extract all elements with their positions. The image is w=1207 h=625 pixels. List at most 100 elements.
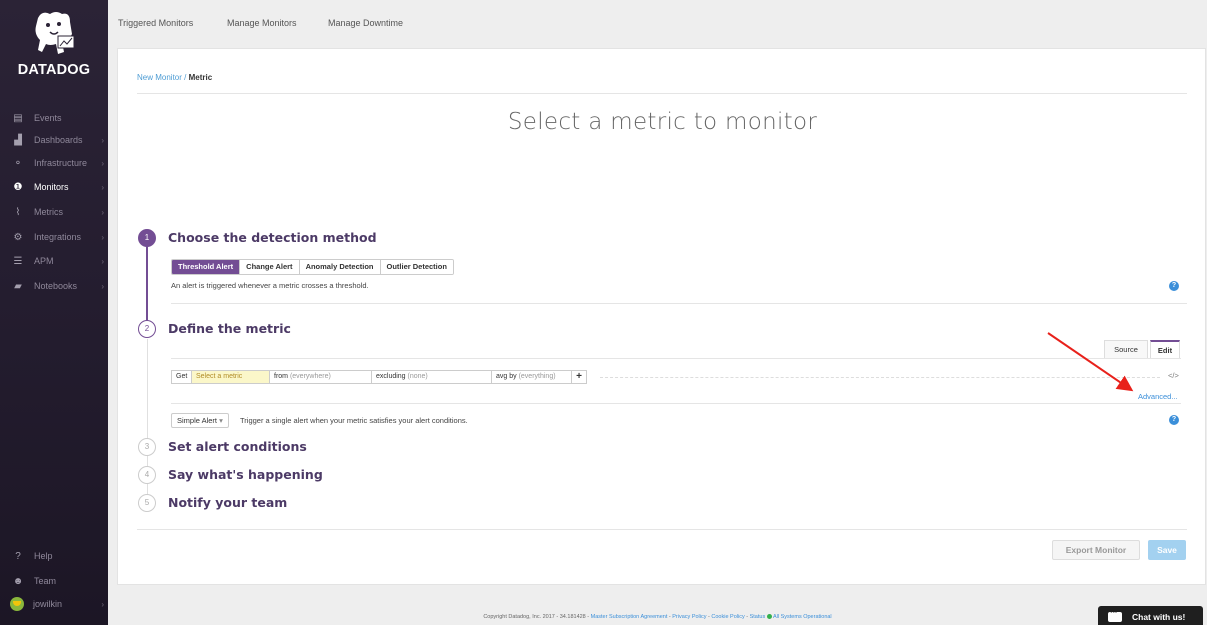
step-number: 3 (138, 438, 156, 456)
step-number: 5 (138, 494, 156, 512)
detection-method-selector: Threshold Alert Change Alert Anomaly Det… (171, 259, 454, 275)
sidebar-item-label: Team (34, 576, 57, 586)
chat-bubble-icon (1108, 607, 1122, 622)
breadcrumb-parent-link[interactable]: New Monitor (137, 73, 182, 82)
sidebar-item-help[interactable]: ? Help (0, 545, 108, 567)
chevron-right-icon: › (101, 207, 104, 217)
alert-type-value: Simple Alert (177, 416, 218, 425)
chevron-right-icon: › (101, 281, 104, 291)
sidebar-item-events[interactable]: ▤ Events (0, 107, 108, 129)
chevron-right-icon: › (101, 158, 104, 168)
sidebar-item-user[interactable]: jowilkin › (0, 593, 108, 615)
chevron-right-icon: › (101, 599, 104, 609)
sidebar: DATADOG ▤ Events ▟ Dashboards › ⚬ Infras… (0, 0, 108, 625)
help-icon[interactable]: ? (1169, 415, 1179, 425)
avg-by-placeholder: (everything) (518, 373, 556, 380)
tab-manage-downtime[interactable]: Manage Downtime (328, 18, 403, 28)
breadcrumb-separator: / (181, 73, 189, 82)
divider (137, 529, 1187, 530)
metric-query-builder: Get Select a metric from (everywhere) ex… (171, 370, 587, 384)
help-icon[interactable]: ? (1169, 281, 1179, 291)
alert-type-dropdown[interactable]: Simple Alert ▾ (171, 413, 229, 428)
top-navigation: Triggered Monitors Manage Monitors Manag… (108, 0, 1207, 46)
sidebar-item-label: Events (34, 113, 62, 123)
chevron-right-icon: › (101, 182, 104, 192)
sidebar-item-notebooks[interactable]: ▰ Notebooks › (0, 275, 108, 297)
export-monitor-button[interactable]: Export Monitor (1052, 540, 1140, 560)
footer-msa-link[interactable]: Master Subscription Agreement (591, 614, 668, 620)
step-number: 1 (138, 229, 156, 247)
footer-copyright: Copyright Datadog, Inc. 2017 - 34.181428… (483, 614, 591, 620)
sidebar-item-label: APM (34, 256, 54, 266)
monitors-icon: ❶ (13, 181, 23, 193)
team-icon: ☻ (12, 575, 24, 587)
chat-widget-button[interactable]: Chat with us! (1098, 606, 1203, 625)
breadcrumb-current: Metric (188, 73, 213, 82)
infrastructure-icon: ⚬ (13, 157, 23, 169)
dashboards-icon: ▟ (14, 134, 22, 146)
breadcrumb: New Monitor / Metric (137, 73, 212, 82)
datadog-logo[interactable]: DATADOG (0, 8, 108, 96)
divider (137, 93, 1187, 94)
step-title: Choose the detection method (168, 230, 377, 245)
step-number: 4 (138, 466, 156, 484)
sidebar-item-label: Metrics (34, 207, 63, 217)
footer-status-text[interactable]: All Systems Operational (773, 614, 832, 620)
from-select[interactable]: from (everywhere) (270, 371, 372, 383)
add-function-button[interactable]: + (572, 371, 586, 383)
integrations-icon: ⚙ (13, 231, 23, 243)
apm-icon: ☰ (13, 255, 23, 267)
monitor-editor-panel: New Monitor / Metric Select a metric to … (117, 48, 1206, 585)
step-title: Define the metric (168, 321, 291, 336)
metric-select[interactable]: Select a metric (192, 371, 270, 383)
divider (171, 358, 1181, 359)
sidebar-item-label: jowilkin (33, 599, 63, 609)
tab-triggered-monitors[interactable]: Triggered Monitors (118, 18, 193, 28)
from-placeholder: (everywhere) (289, 373, 331, 380)
avatar (10, 597, 24, 611)
tab-manage-monitors[interactable]: Manage Monitors (227, 18, 297, 28)
datadog-dog-icon (35, 12, 75, 54)
page-title: Select a metric to monitor (507, 109, 818, 135)
step-title: Set alert conditions (168, 439, 307, 454)
divider (171, 403, 1181, 404)
sidebar-item-label: Help (34, 551, 53, 561)
advanced-link[interactable]: Advanced... (1138, 392, 1178, 401)
threshold-alert-option[interactable]: Threshold Alert (172, 260, 241, 274)
notebooks-icon: ▰ (14, 280, 22, 292)
sidebar-item-monitors[interactable]: ❶ Monitors › (0, 176, 108, 198)
sidebar-item-label: Notebooks (34, 281, 78, 291)
change-alert-option[interactable]: Change Alert (240, 260, 300, 274)
status-dot-icon (766, 614, 772, 620)
from-label: from (274, 373, 288, 380)
excluding-select[interactable]: excluding (none) (372, 371, 492, 383)
excluding-placeholder: (none) (407, 373, 428, 380)
sidebar-item-label: Integrations (34, 232, 82, 242)
outlier-detection-option[interactable]: Outlier Detection (380, 260, 453, 274)
step-connector (146, 239, 148, 329)
divider (171, 303, 1187, 304)
sidebar-item-metrics[interactable]: ⌇ Metrics › (0, 201, 108, 223)
sidebar-item-label: Dashboards (34, 135, 83, 145)
save-button[interactable]: Save (1148, 540, 1186, 560)
tab-edit[interactable]: Edit (1150, 340, 1180, 358)
sidebar-item-dashboards[interactable]: ▟ Dashboards › (0, 129, 108, 151)
tab-source[interactable]: Source (1104, 340, 1148, 358)
step-title: Notify your team (168, 495, 288, 510)
anomaly-detection-option[interactable]: Anomaly Detection (299, 260, 381, 274)
get-label: Get (172, 371, 192, 383)
avg-by-select[interactable]: avg by (everything) (492, 371, 572, 383)
sidebar-item-integrations[interactable]: ⚙ Integrations › (0, 226, 108, 248)
chevron-right-icon: › (101, 232, 104, 242)
sidebar-item-team[interactable]: ☻ Team (0, 570, 108, 592)
step-number: 2 (138, 320, 156, 338)
alert-type-description: Trigger a single alert when your metric … (240, 416, 468, 425)
code-toggle-icon[interactable]: </> (1168, 371, 1179, 380)
brand-wordmark: DATADOG (17, 62, 91, 78)
footer-cookie-link[interactable]: Cookie Policy (711, 614, 744, 620)
caret-down-icon: ▾ (219, 416, 223, 425)
footer-status-link[interactable]: Status (750, 614, 766, 620)
footer-privacy-link[interactable]: Privacy Policy (672, 614, 706, 620)
sidebar-item-infrastructure[interactable]: ⚬ Infrastructure › (0, 152, 108, 174)
sidebar-item-apm[interactable]: ☰ APM › (0, 250, 108, 272)
